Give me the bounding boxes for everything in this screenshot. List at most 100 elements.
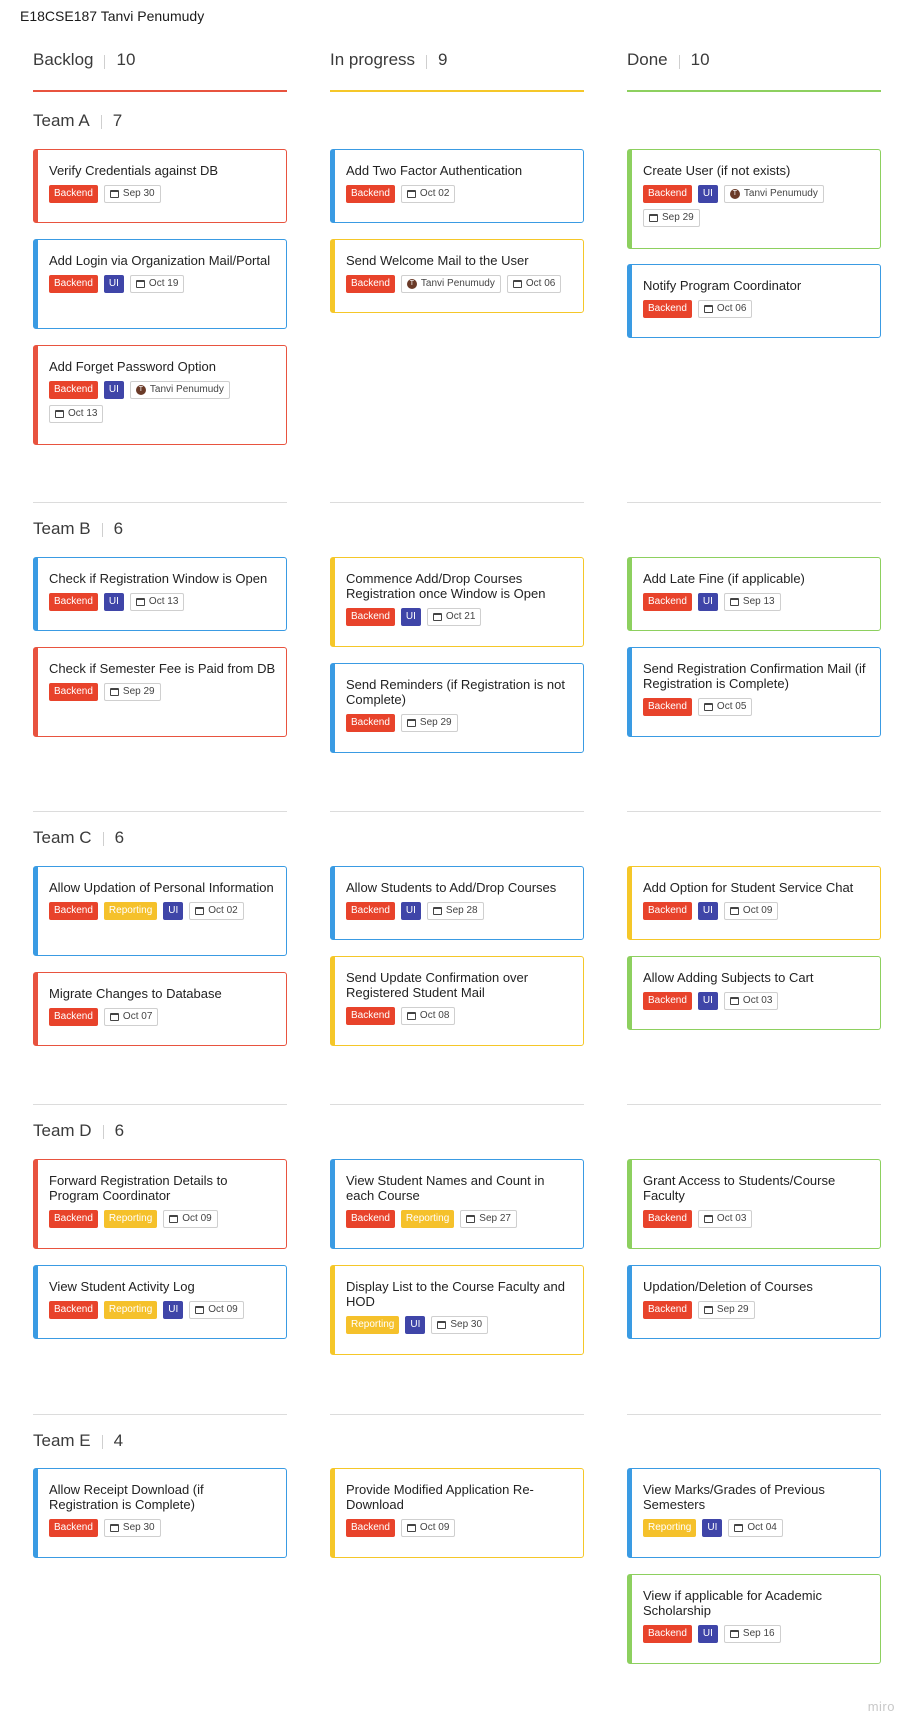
tag-ui[interactable]: UI (697, 1625, 718, 1643)
tag-backend[interactable]: Backend (643, 593, 692, 611)
task-card[interactable]: Send Welcome Mail to the User Backend T Tan… (330, 239, 584, 313)
due-date-chip[interactable]: Sep 29 (643, 209, 700, 227)
tag-reporting[interactable]: Reporting (103, 1301, 158, 1319)
task-card[interactable]: Updation/Deletion of Courses Backend Sep 2… (627, 1265, 881, 1339)
task-card[interactable]: Send Reminders (if Registration is not C… (330, 663, 584, 753)
tag-ui[interactable]: UI (103, 381, 124, 399)
due-date-chip[interactable]: Oct 04 (728, 1519, 783, 1537)
task-card[interactable]: View if applicable for Academic Scholars… (627, 1574, 881, 1664)
tag-reporting[interactable]: Reporting (400, 1210, 455, 1228)
due-date-chip[interactable]: Oct 21 (426, 608, 482, 626)
due-date-chip[interactable]: Oct 09 (163, 1210, 218, 1228)
due-date-chip[interactable]: Sep 30 (103, 185, 161, 203)
tag-ui[interactable]: UI (702, 1519, 723, 1537)
tag-ui[interactable]: UI (163, 902, 184, 920)
tag-backend[interactable]: Backend (49, 1301, 98, 1319)
tag-backend[interactable]: Backend (49, 683, 98, 701)
tag-reporting[interactable]: Reporting (346, 1316, 400, 1334)
column-header-backlog[interactable]: Backlog 10 (33, 50, 287, 92)
tag-backend[interactable]: Backend (346, 902, 395, 920)
tag-reporting[interactable]: Reporting (643, 1519, 697, 1537)
tag-backend[interactable]: Backend (346, 1007, 395, 1025)
task-card[interactable]: View Student Activity Log Backend Reportin… (33, 1265, 287, 1339)
tag-backend[interactable]: Backend (643, 1210, 692, 1228)
due-date-chip[interactable]: Sep 29 (400, 714, 458, 732)
due-date-chip[interactable]: Oct 02 (189, 902, 244, 920)
due-date-chip[interactable]: Sep 16 (723, 1625, 781, 1643)
tag-ui[interactable]: UI (697, 185, 718, 203)
due-date-chip[interactable]: Oct 09 (189, 1301, 244, 1319)
team-header-d[interactable]: Team D 6 (33, 1121, 124, 1141)
due-date-chip[interactable]: Oct 19 (129, 275, 185, 293)
tag-backend[interactable]: Backend (643, 992, 692, 1010)
tag-reporting[interactable]: Reporting (103, 902, 158, 920)
task-card[interactable]: Commence Add/Drop Courses Registration o… (330, 557, 584, 647)
team-header-a[interactable]: Team A 7 (33, 111, 122, 131)
due-date-chip[interactable]: Oct 06 (506, 275, 562, 293)
task-card[interactable]: View Marks/Grades of Previous Semesters R… (627, 1468, 881, 1558)
tag-ui[interactable]: UI (697, 902, 718, 920)
tag-backend[interactable]: Backend (643, 698, 692, 716)
due-date-chip[interactable]: Oct 03 (697, 1210, 753, 1228)
team-header-c[interactable]: Team C 6 (33, 828, 124, 848)
tag-backend[interactable]: Backend (49, 902, 98, 920)
task-card[interactable]: Allow Updation of Personal Information Ba… (33, 866, 287, 956)
task-card[interactable]: Send Update Confirmation over Registered… (330, 956, 584, 1046)
tag-backend[interactable]: Backend (49, 1008, 98, 1026)
column-header-done[interactable]: Done 10 (627, 50, 881, 92)
task-card[interactable]: Create User (if not exists) Backend UI T Tan… (627, 149, 881, 249)
task-card[interactable]: Migrate Changes to Database Backend Oct 07 (33, 972, 287, 1046)
task-card[interactable]: Add Forget Password Option Backend UI T Tanv… (33, 345, 287, 445)
task-card[interactable]: Allow Students to Add/Drop Courses Backen… (330, 866, 584, 940)
due-date-chip[interactable]: Oct 09 (723, 902, 779, 920)
tag-ui[interactable]: UI (103, 593, 124, 611)
tag-backend[interactable]: Backend (346, 275, 395, 293)
tag-backend[interactable]: Backend (49, 185, 98, 203)
task-card[interactable]: Check if Semester Fee is Paid from DB Bac… (33, 647, 287, 737)
task-card[interactable]: Display List to the Course Faculty and H… (330, 1265, 584, 1355)
tag-ui[interactable]: UI (697, 992, 718, 1010)
tag-ui[interactable]: UI (400, 902, 421, 920)
tag-backend[interactable]: Backend (49, 593, 98, 611)
tag-ui[interactable]: UI (103, 275, 124, 293)
task-card[interactable]: Allow Receipt Download (if Registration … (33, 1468, 287, 1558)
tag-reporting[interactable]: Reporting (103, 1210, 158, 1228)
assignee-chip[interactable]: T Tanvi Penumudy (129, 381, 230, 399)
due-date-chip[interactable]: Oct 05 (697, 698, 753, 716)
due-date-chip[interactable]: Oct 02 (400, 185, 456, 203)
task-card[interactable]: Add Two Factor Authentication Backend Oct … (330, 149, 584, 223)
due-date-chip[interactable]: Oct 13 (49, 405, 104, 423)
tag-backend[interactable]: Backend (346, 1210, 395, 1228)
assignee-chip[interactable]: T Tanvi Penumudy (400, 275, 501, 293)
task-card[interactable]: Forward Registration Details to Program … (33, 1159, 287, 1249)
due-date-chip[interactable]: Oct 09 (400, 1519, 456, 1537)
team-header-b[interactable]: Team B 6 (33, 519, 123, 539)
task-card[interactable]: Add Option for Student Service Chat Backe… (627, 866, 881, 940)
tag-ui[interactable]: UI (400, 608, 421, 626)
task-card[interactable]: Provide Modified Application Re-Download… (330, 1468, 584, 1558)
due-date-chip[interactable]: Sep 28 (426, 902, 484, 920)
column-header-in-progress[interactable]: In progress 9 (330, 50, 584, 92)
due-date-chip[interactable]: Sep 27 (460, 1210, 517, 1228)
due-date-chip[interactable]: Oct 07 (103, 1008, 159, 1026)
due-date-chip[interactable]: Oct 13 (129, 593, 185, 611)
due-date-chip[interactable]: Sep 13 (723, 593, 781, 611)
task-card[interactable]: Verify Credentials against DB Backend Sep … (33, 149, 287, 223)
task-card[interactable]: View Student Names and Count in each Cou… (330, 1159, 584, 1249)
team-header-e[interactable]: Team E 4 (33, 1431, 123, 1451)
due-date-chip[interactable]: Oct 06 (697, 300, 753, 318)
tag-backend[interactable]: Backend (643, 185, 692, 203)
tag-backend[interactable]: Backend (643, 1625, 692, 1643)
tag-backend[interactable]: Backend (643, 300, 692, 318)
due-date-chip[interactable]: Oct 08 (400, 1007, 456, 1025)
task-card[interactable]: Add Late Fine (if applicable) Backend UI Se… (627, 557, 881, 631)
tag-backend[interactable]: Backend (643, 1301, 692, 1319)
task-card[interactable]: Grant Access to Students/Course Faculty B… (627, 1159, 881, 1249)
tag-ui[interactable]: UI (405, 1316, 426, 1334)
due-date-chip[interactable]: Sep 30 (103, 1519, 161, 1537)
task-card[interactable]: Allow Adding Subjects to Cart Backend UI Oc… (627, 956, 881, 1030)
tag-backend[interactable]: Backend (346, 1519, 395, 1537)
tag-backend[interactable]: Backend (49, 1519, 98, 1537)
assignee-chip[interactable]: T Tanvi Penumudy (723, 185, 824, 203)
due-date-chip[interactable]: Sep 29 (103, 683, 161, 701)
